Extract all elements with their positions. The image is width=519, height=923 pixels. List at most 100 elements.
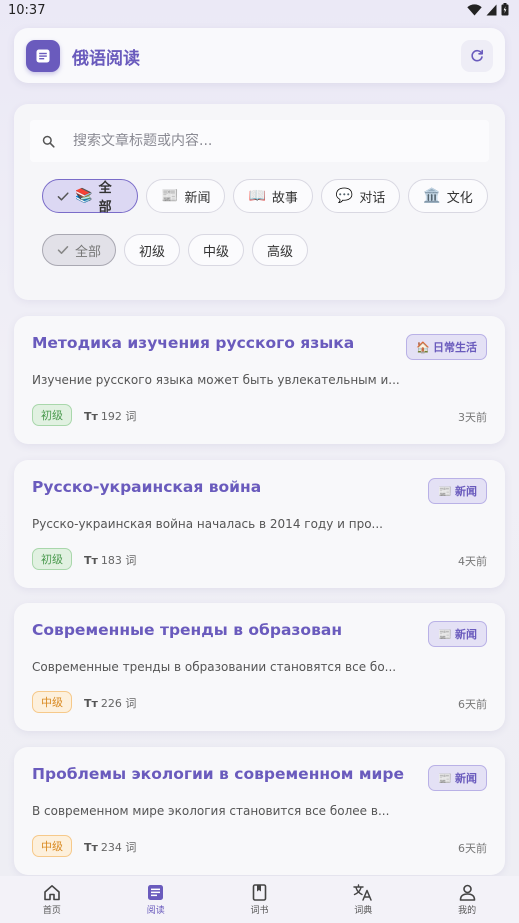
house-icon: 🏠	[416, 340, 430, 354]
level-chip-advanced[interactable]: 高级	[252, 234, 309, 266]
newspaper-icon: 📰	[438, 627, 452, 641]
search-icon	[42, 135, 55, 148]
article-category-tag: 📰 新闻	[428, 621, 487, 647]
level-chip-beginner[interactable]: 初级	[124, 234, 181, 266]
text-size-icon: Tт	[84, 553, 98, 567]
article-category-tag: 📰 新闻	[428, 478, 487, 504]
nav-label: 词书	[250, 905, 269, 916]
nav-item-dictionary[interactable]: 词典	[311, 876, 415, 923]
article-excerpt: Современные тренды в образовании становя…	[32, 660, 397, 674]
article-date: 6天前	[458, 698, 487, 711]
article-date: 3天前	[458, 411, 487, 424]
filter-panel: 📚 全部 📰 新闻 📖 故事 💬 对话 🏛️ 文化 全部 初级 中级	[14, 104, 505, 300]
article-title: Проблемы экологии в современном мире	[32, 765, 404, 783]
level-badge: 中级	[32, 835, 72, 857]
word-count: Tт 226 词	[84, 695, 136, 711]
level-badge: 中级	[32, 691, 72, 713]
nav-label: 首页	[42, 905, 61, 916]
category-chip-label: 新闻	[184, 190, 211, 206]
refresh-icon	[471, 49, 483, 62]
home-icon	[44, 884, 60, 900]
battery-icon	[501, 3, 509, 16]
check-icon	[57, 191, 69, 201]
article-card[interactable]: Методика изучения русского языка 🏠 日常生活 …	[14, 316, 505, 444]
word-count-value: 183 词	[100, 554, 137, 567]
document-icon	[148, 884, 164, 900]
article-title: Методика изучения русского языка	[32, 334, 355, 352]
text-size-icon: Tт	[84, 409, 98, 423]
nav-item-wordbook[interactable]: 词书	[208, 876, 312, 923]
article-tag-label: 新闻	[455, 628, 477, 641]
article-title: Современные тренды в образован	[32, 621, 343, 639]
level-badge: 初级	[32, 548, 72, 570]
page-title: 俄语阅读	[72, 49, 140, 69]
level-chip-all[interactable]: 全部	[42, 234, 117, 266]
category-chip-culture[interactable]: 🏛️ 文化	[408, 179, 488, 213]
search-box[interactable]	[30, 120, 489, 162]
open-book-icon: 📖	[248, 188, 266, 204]
text-size-icon: Tт	[84, 696, 98, 710]
check-icon	[57, 246, 69, 254]
nav-label: 我的	[458, 905, 477, 916]
bottom-nav: 首页 阅读 词书 词典 我的	[0, 876, 519, 923]
nav-item-home[interactable]: 首页	[0, 876, 104, 923]
article-date: 6天前	[458, 842, 487, 855]
newspaper-icon: 📰	[438, 771, 452, 785]
article-title: Русско-украинская война	[32, 478, 262, 496]
newspaper-icon: 📰	[161, 188, 179, 204]
article-tag-label: 日常生活	[433, 341, 477, 354]
status-icons	[467, 3, 509, 16]
app-logo	[26, 40, 60, 72]
category-chip-all[interactable]: 📚 全部	[42, 179, 138, 215]
article-excerpt: Изучение русского языка может быть увлек…	[32, 373, 400, 387]
article-card[interactable]: Проблемы экологии в современном мире 📰 新…	[14, 747, 505, 875]
level-chip-label: 高级	[267, 244, 294, 260]
word-count-value: 192 词	[100, 410, 137, 423]
nav-item-profile[interactable]: 我的	[415, 876, 519, 923]
level-chip-label: 初级	[139, 244, 166, 260]
category-chip-label: 文化	[446, 190, 473, 206]
category-chip-label: 故事	[271, 190, 298, 206]
search-input[interactable]	[73, 133, 453, 149]
category-chip-story[interactable]: 📖 故事	[233, 179, 313, 213]
translate-icon	[353, 883, 373, 901]
category-chip-label: 全部	[98, 181, 112, 215]
article-excerpt: В современном мире экология становится в…	[32, 804, 390, 818]
person-icon	[459, 884, 475, 901]
word-count-value: 226 词	[100, 697, 137, 710]
wifi-icon	[467, 3, 482, 15]
level-chip-intermediate[interactable]: 中级	[188, 234, 245, 266]
newspaper-icon: 📰	[438, 484, 452, 498]
category-chip-news[interactable]: 📰 新闻	[146, 179, 226, 213]
nav-item-reading[interactable]: 阅读	[104, 876, 208, 923]
level-badge: 初级	[32, 404, 72, 426]
book-icon	[252, 883, 267, 901]
app-header: 俄语阅读	[14, 28, 505, 83]
category-chip-label: 对话	[359, 190, 386, 206]
signal-icon	[486, 4, 497, 15]
article-card[interactable]: Русско-украинская война 📰 新闻 Русско-укра…	[14, 460, 505, 588]
classical-building-icon: 🏛️	[423, 188, 441, 204]
word-count: Tт 234 词	[84, 839, 136, 855]
level-chip-label: 全部	[75, 244, 102, 260]
level-chips: 全部 初级 中级 高级	[42, 234, 309, 266]
nav-label: 阅读	[146, 905, 165, 916]
article-tag-label: 新闻	[455, 485, 477, 498]
status-time: 10:37	[8, 3, 46, 18]
article-tag-label: 新闻	[455, 772, 477, 785]
status-bar: 10:37	[0, 0, 519, 22]
category-chips: 📚 全部 📰 新闻 📖 故事 💬 对话 🏛️ 文化	[42, 179, 488, 215]
article-excerpt: Русско-украинская война началась в 2014 …	[32, 517, 383, 531]
article-date: 4天前	[458, 555, 487, 568]
word-count-value: 234 词	[100, 841, 137, 854]
level-chip-label: 中级	[203, 244, 230, 260]
article-category-tag: 📰 新闻	[428, 765, 487, 791]
category-chip-dialogue[interactable]: 💬 对话	[320, 179, 401, 213]
word-count: Tт 192 词	[84, 408, 136, 424]
article-card[interactable]: Современные тренды в образован 📰 新闻 Совр…	[14, 603, 505, 731]
text-size-icon: Tт	[84, 840, 98, 854]
books-icon: 📚	[75, 188, 93, 204]
refresh-button[interactable]	[461, 40, 493, 72]
nav-label: 词典	[354, 905, 373, 916]
document-icon	[36, 49, 50, 63]
